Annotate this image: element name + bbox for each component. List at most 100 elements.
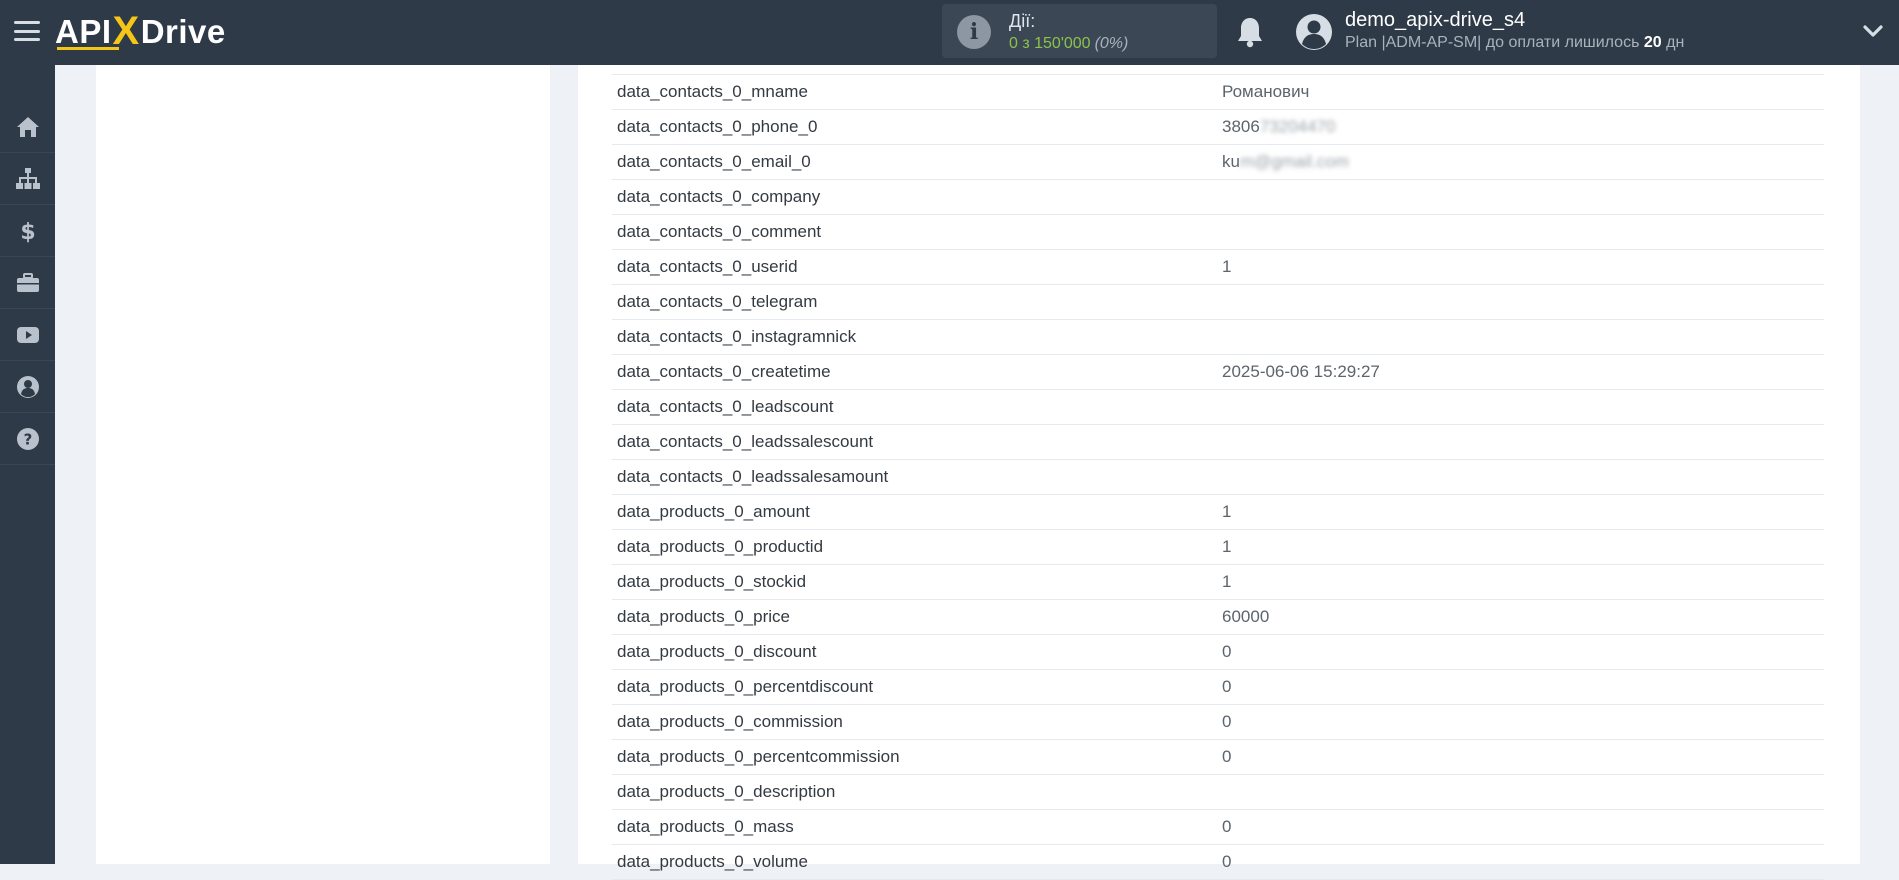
field-value-text: 0 (1222, 817, 1232, 836)
table-row: data_products_0_amount 1 (612, 495, 1824, 530)
user-plan: Plan |ADM-AP-SM| до оплати лишилось 20 д… (1345, 34, 1684, 52)
briefcase-icon (16, 272, 39, 292)
menu-icon[interactable] (14, 18, 40, 44)
field-key: data_contacts_0_userid (617, 257, 798, 276)
youtube-icon (16, 326, 39, 343)
help-icon: ? (16, 427, 39, 450)
field-value: 0 (1222, 677, 1231, 697)
sidebar-item-profile[interactable] (0, 361, 55, 413)
field-key: data_products_0_description (617, 782, 836, 801)
field-value: 0 (1222, 852, 1231, 872)
home-icon (16, 116, 39, 137)
field-key: data_contacts_0_createtime (617, 362, 831, 381)
field-value: 2025-06-06 15:29:27 (1222, 362, 1380, 382)
field-value-redacted: m@gmail.com (1239, 152, 1349, 171)
table-row: data_products_0_volume 0 (612, 845, 1824, 880)
field-key: data_products_0_discount (617, 642, 817, 661)
sidebar-item-help[interactable]: ? (0, 413, 55, 465)
table-row: data_products_0_productid 1 (612, 530, 1824, 565)
field-value-text: ku (1222, 152, 1240, 171)
actions-percent: (0%) (1094, 35, 1129, 52)
field-value-text: 1 (1222, 537, 1232, 556)
sidebar: $ ? (0, 65, 55, 864)
user-circle-icon (16, 375, 39, 398)
field-value: 0 (1222, 642, 1231, 662)
table-row: data_contacts_0_telegram (612, 285, 1824, 320)
field-key: data_contacts_0_leadssalescount (617, 432, 874, 451)
field-value-text: 0 (1222, 852, 1232, 871)
field-value: 1 (1222, 537, 1231, 557)
table-row: data_products_0_mass 0 (612, 810, 1824, 845)
field-value: Романович (1222, 82, 1309, 102)
sidebar-item-video[interactable] (0, 309, 55, 361)
field-value: 1 (1222, 502, 1231, 522)
left-panel (96, 65, 550, 864)
field-key: data_contacts_0_company (617, 187, 821, 206)
field-value: 0 (1222, 817, 1231, 837)
logo-underline (57, 47, 119, 50)
field-key: data_contacts_0_instagramnick (617, 327, 857, 346)
sidebar-item-billing[interactable]: $ (0, 205, 55, 257)
field-value: 1 (1222, 572, 1231, 592)
user-avatar-icon[interactable] (1295, 13, 1333, 51)
sidebar-item-connections[interactable] (0, 153, 55, 205)
field-key: data_products_0_volume (617, 852, 808, 871)
field-value: 1 (1222, 257, 1231, 277)
field-value-text: 0 (1222, 642, 1232, 661)
table-row: data_products_0_commission 0 (612, 705, 1824, 740)
field-value-text: 0 (1222, 677, 1232, 696)
field-value-text: 0 (1222, 747, 1232, 766)
field-key: data_products_0_productid (617, 537, 824, 556)
bell-icon[interactable] (1235, 16, 1265, 48)
field-value-text: 2025-06-06 15:29:27 (1222, 362, 1380, 381)
field-value-text: 1 (1222, 502, 1232, 521)
field-key: data_products_0_price (617, 607, 790, 626)
table-row: data_products_0_percentcommission 0 (612, 740, 1824, 775)
apix-drive-logo[interactable]: API X Drive (55, 9, 226, 54)
field-key: data_contacts_0_comment (617, 222, 822, 241)
table-row: data_contacts_0_phone_0 380673204470 (612, 110, 1824, 145)
table-row: data_contacts_0_company (612, 180, 1824, 215)
field-key: data_products_0_commission (617, 712, 843, 731)
field-value-text: 1 (1222, 572, 1232, 591)
user-name[interactable]: demo_apix-drive_s4 (1345, 9, 1525, 32)
plan-days: 20 (1643, 34, 1662, 51)
field-value-text: 3806 (1222, 117, 1260, 136)
field-value: kum@gmail.com (1222, 152, 1349, 172)
table-row: data_products_0_discount 0 (612, 635, 1824, 670)
info-icon: i (957, 15, 991, 49)
table-row: data_contacts_0_comment (612, 215, 1824, 250)
field-value: 0 (1222, 747, 1231, 767)
actions-counter[interactable]: i Дії: 0 з 150'000 (0%) (942, 4, 1217, 58)
field-value-redacted: 73204470 (1259, 117, 1336, 136)
field-key: data_products_0_percentcommission (617, 747, 900, 766)
logo-text-api: API (55, 13, 112, 50)
field-value-text: 60000 (1222, 607, 1270, 626)
field-key: data_products_0_stockid (617, 572, 807, 591)
field-key: data_products_0_mass (617, 817, 794, 836)
field-value: 380673204470 (1222, 117, 1335, 137)
dollar-icon: $ (20, 220, 35, 244)
field-key: data_contacts_0_leadssalesamount (617, 467, 889, 486)
fields-table: data_contacts_0_mname Романович data_conta… (612, 74, 1824, 880)
table-row: data_contacts_0_leadssalescount (612, 425, 1824, 460)
field-value: 60000 (1222, 607, 1269, 627)
svg-text:?: ? (23, 430, 32, 448)
fields-panel: data_contacts_0_mname Романович data_conta… (578, 65, 1860, 880)
field-key: data_contacts_0_mname (617, 82, 808, 101)
table-row: data_contacts_0_createtime 2025-06-06 15:… (612, 355, 1824, 390)
field-value: 0 (1222, 712, 1231, 732)
table-row: data_products_0_percentdiscount 0 (612, 670, 1824, 705)
sidebar-item-home[interactable] (0, 101, 55, 153)
chevron-down-icon[interactable] (1862, 22, 1884, 40)
table-row: data_contacts_0_userid 1 (612, 250, 1824, 285)
field-key: data_products_0_amount (617, 502, 810, 521)
plan-days-suffix: дн (1666, 34, 1685, 51)
table-row: data_contacts_0_mname Романович (612, 75, 1824, 110)
logo-text-drive: Drive (140, 13, 226, 50)
table-row: data_contacts_0_instagramnick (612, 320, 1824, 355)
field-key: data_contacts_0_email_0 (617, 152, 811, 171)
sidebar-item-services[interactable] (0, 257, 55, 309)
actions-count: 0 з 150'000 (1009, 35, 1091, 52)
table-row: data_contacts_0_leadssalesamount (612, 460, 1824, 495)
